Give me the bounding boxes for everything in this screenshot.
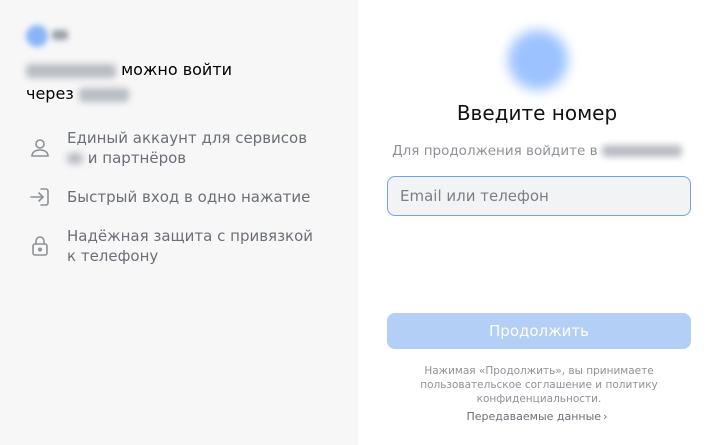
feature-item-security: Надёжная защита с привязкой к телефону [26, 226, 336, 266]
login-input[interactable] [387, 176, 691, 216]
feature-text-line1: Надёжная защита с привязкой [67, 227, 314, 245]
feature-text-line2: и партнёров [67, 148, 336, 168]
blurred-service-name [601, 145, 682, 157]
feature-text-line2-label: и партнёров [87, 149, 187, 167]
transferred-data-link[interactable]: Передаваемые данные › [358, 410, 716, 424]
promo-headline: можно войти через [26, 58, 286, 106]
feature-item-fast-login: Быстрый вход в одно нажатие [26, 187, 336, 207]
continue-button[interactable]: Продолжить [387, 313, 691, 349]
blurred-service-name [26, 63, 116, 78]
subtitle-text: Для продолжения войдите в [392, 143, 598, 159]
page-title: Введите номер [456, 101, 618, 125]
feature-list: Единый аккаунт для сервисов и партнёров … [26, 128, 336, 285]
lock-icon [28, 234, 52, 258]
feature-text-line2: к телефону [67, 247, 159, 265]
chevron-right-icon: › [603, 410, 608, 423]
legal-text: Нажимая «Продолжить», вы принимаете [424, 365, 654, 377]
blurred-name [67, 153, 83, 164]
service-avatar [508, 30, 568, 90]
headline-part1: можно войти [121, 60, 233, 79]
user-agreement-link[interactable]: пользовательское соглашение [420, 379, 592, 391]
brand-logo [26, 25, 48, 47]
login-panel: Введите номер Для продолжения войдите в … [358, 0, 716, 445]
legal-notice: Нажимая «Продолжить», вы принимаете поль… [398, 364, 680, 406]
promo-panel: можно войти через Единый аккаунт для сер… [0, 0, 358, 445]
feature-item-account: Единый аккаунт для сервисов и партнёров [26, 128, 336, 168]
feature-text-line1: Быстрый вход в одно нажатие [67, 188, 311, 206]
user-icon [28, 136, 52, 160]
brand-logo-text [52, 30, 68, 40]
blurred-provider-name [78, 87, 129, 102]
headline-part2: через [26, 84, 74, 103]
legal-conj: и [595, 379, 603, 391]
legal-end: . [597, 393, 602, 405]
sign-in-icon [28, 185, 52, 209]
feature-text-line1: Единый аккаунт для сервисов [67, 129, 308, 147]
transferred-data-label: Передаваемые данные [466, 410, 602, 423]
login-subtitle: Для продолжения войдите в [358, 142, 716, 160]
